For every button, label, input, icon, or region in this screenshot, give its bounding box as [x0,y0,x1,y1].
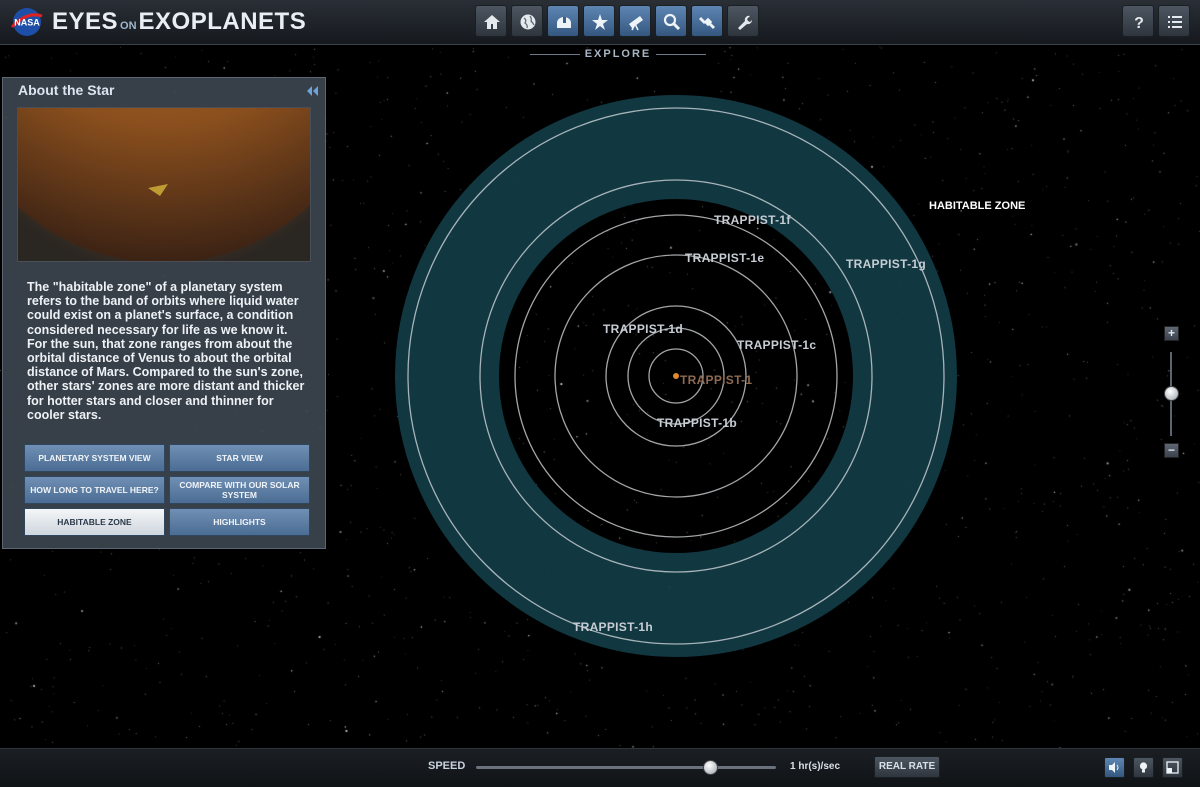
logo-text: NASA [14,18,40,28]
settings-button[interactable] [727,5,759,37]
planet-label-trappist-1e[interactable]: TRAPPIST-1e [685,251,764,265]
zoom-out-button[interactable]: − [1164,443,1179,458]
habitable-zone-description: The "habitable zone" of a planetary syst… [27,280,305,422]
observatory-button[interactable] [547,5,579,37]
speed-label: SPEED [428,760,466,772]
habitable-zone-button[interactable]: HABITABLE ZONE [24,508,165,536]
telescope-button[interactable] [619,5,651,37]
explore-divider-right [656,54,706,55]
wrench-icon [738,15,753,30]
planet-label-trappist-1f[interactable]: TRAPPIST-1f [714,213,791,227]
panel-title: About the Star [18,82,115,98]
observatory-icon [557,17,571,28]
satellite-icon [699,17,715,29]
globe-icon [520,14,536,30]
telescope-icon [629,16,643,31]
svg-text:?: ? [1134,15,1144,32]
home-button[interactable] [475,5,507,37]
star-burst-icon [592,14,608,30]
zoom-in-button[interactable]: + [1164,326,1179,341]
compare-solar-system-button[interactable]: COMPARE WITH OUR SOLAR SYSTEM [169,476,310,504]
bottom-bar: SPEED 1 hr(s)/sec REAL RATE [0,748,1200,787]
app-title-on: ON [120,20,137,32]
search-button[interactable] [655,5,687,37]
highlights-button[interactable]: HIGHLIGHTS [169,508,310,536]
star-label[interactable]: TRAPPIST-1 [680,373,752,387]
satellite-button[interactable] [691,5,723,37]
fullscreen-icon [1166,761,1179,774]
star-burst-button[interactable] [583,5,615,37]
double-chevron-left-icon[interactable] [305,84,319,98]
sound-button[interactable] [1104,757,1125,778]
app-title: EYES ONEXOPLANETS [52,8,306,36]
magnifier-icon [663,13,681,31]
speaker-icon [1109,762,1119,773]
lightbulb-icon [1139,762,1148,773]
nasa-logo[interactable]: NASA [10,7,44,37]
about-star-panel: About the Star The "habitable zone" of a… [2,77,326,549]
planet-label-trappist-1h[interactable]: TRAPPIST-1h [573,620,653,634]
star-image [17,107,311,262]
planet-label-trappist-1g[interactable]: TRAPPIST-1g [846,257,926,271]
top-bar: NASA EYES ONEXOPLANETS ? [0,0,1200,45]
planet-label-trappist-1b[interactable]: TRAPPIST-1b [657,416,737,430]
globe-button[interactable] [511,5,543,37]
planet-label-trappist-1c[interactable]: TRAPPIST-1c [737,338,816,352]
fullscreen-button[interactable] [1162,757,1183,778]
planetary-system-view-button[interactable]: PLANETARY SYSTEM VIEW [24,444,165,472]
home-icon [484,15,500,29]
help-button[interactable]: ? [1122,5,1154,37]
star-view-button[interactable]: STAR VIEW [169,444,310,472]
zoom-slider-handle[interactable] [1164,386,1179,401]
menu-button[interactable] [1158,5,1190,37]
app-title-exoplanets: EXOPLANETS [138,8,307,35]
speed-value: 1 hr(s)/sec [790,761,841,772]
planet-label-trappist-1d[interactable]: TRAPPIST-1d [603,322,683,336]
speed-slider-handle[interactable] [703,760,718,775]
speed-slider-track[interactable] [476,766,776,769]
travel-time-button[interactable]: HOW LONG TO TRAVEL HERE? [24,476,165,504]
habitable-zone-label: HABITABLE ZONE [929,200,1026,212]
lighting-button[interactable] [1133,757,1154,778]
real-rate-button[interactable]: REAL RATE [874,756,940,778]
list-icon [1168,16,1182,28]
star-trappist-1 [673,373,679,379]
app-title-eyes: EYES [52,8,119,35]
question-icon: ? [1134,15,1144,32]
